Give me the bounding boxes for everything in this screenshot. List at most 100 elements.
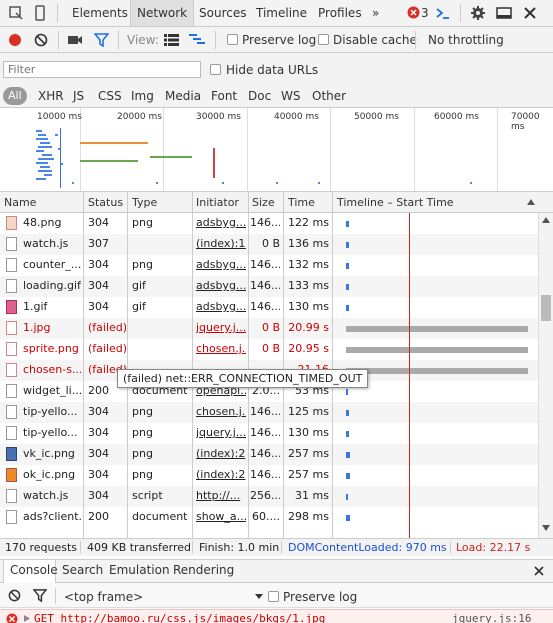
context-select[interactable]: <top frame> [64,590,143,604]
sort-ascending-icon[interactable] [527,198,535,206]
table-row[interactable]: ok_ic.png 304 png (index):2 146... 257 ms [0,465,538,486]
inspect-icon[interactable] [8,5,24,21]
timeline-bar [346,389,348,395]
initiator-cell[interactable]: adsbyg... [196,258,246,271]
clear-icon[interactable] [34,33,48,47]
table-row[interactable]: 48.png 304 png adsbyg... 146... 122 ms [0,213,538,234]
type-filter-doc[interactable]: Doc [248,89,271,103]
status-cell: 304 [88,300,109,313]
table-row[interactable]: watch.js 304 script http://... 256... 31 ms [0,486,538,507]
type-cell: png [132,426,153,439]
overview-waterfall-icon[interactable] [189,34,205,46]
drawer-tab-emulation[interactable]: Emulation [109,563,170,577]
column-header-time[interactable]: Time [288,196,315,209]
file-type-icon [6,426,17,440]
initiator-cell[interactable]: (index):2 [196,468,246,481]
disable-cache-checkbox[interactable] [318,34,329,45]
close-drawer-icon[interactable] [534,566,544,576]
table-row[interactable]: watch.js 307 (index):12 0 B 136 ms [0,234,538,255]
tab-sources[interactable]: Sources [193,0,252,26]
table-scrollbar[interactable] [538,213,553,538]
throttling-select[interactable]: No throttling [428,33,504,47]
network-overview[interactable]: 10000 ms 20000 ms 30000 ms 40000 ms 5000… [0,108,553,192]
type-filter-js[interactable]: JS [73,89,84,103]
error-source-link[interactable]: jquery.js:16 [452,612,531,623]
table-row[interactable]: ads?client... 200 document show_a... 60.... 2… [0,507,538,528]
tab-network[interactable]: Network [130,0,195,26]
table-row[interactable]: 1.jpg (failed) jquery.j... 0 B 20.99 s [0,318,538,339]
type-filter-css[interactable]: CSS [98,89,122,103]
close-devtools-icon[interactable] [522,5,538,21]
initiator-cell[interactable]: http://... [196,489,246,502]
initiator-cell[interactable]: adsbyg... [196,279,246,292]
tab-elements[interactable]: Elements [66,0,134,26]
timeline-bar [346,326,528,332]
drawer-tab-rendering[interactable]: Rendering [173,563,234,577]
drawer-tab-search[interactable]: Search [62,563,103,577]
initiator-cell[interactable]: adsbyg... [196,300,246,313]
error-text: GET http://bamoo.ru/css.js/images/bkgs/1… [34,612,326,623]
initiator-cell[interactable]: jquery.j... [196,321,246,334]
column-header-type[interactable]: Type [132,196,157,209]
column-header-status[interactable]: Status [88,196,123,209]
error-icon[interactable] [407,6,420,19]
tab-profiles[interactable]: Profiles [312,0,368,26]
column-divider [127,192,128,538]
divider [415,31,416,49]
file-type-icon [6,468,17,482]
initiator-cell[interactable]: chosen.j... [196,405,246,418]
table-row[interactable]: loading.gif 304 gif adsbyg... 146... 133 ms [0,276,538,297]
preserve-log-checkbox[interactable] [227,34,238,45]
initiator-cell[interactable]: chosen.j... [196,342,246,355]
table-row[interactable]: vk_ic.png 304 png (index):2 146... 257 ms [0,444,538,465]
settings-gear-icon[interactable] [470,5,486,21]
table-row[interactable]: 1.gif 304 gif adsbyg... 146... 130 ms [0,297,538,318]
type-filter-xhr[interactable]: XHR [38,89,64,103]
console-preserve-log-checkbox[interactable] [268,591,279,602]
more-tabs-button[interactable]: » [366,0,385,26]
column-header-size[interactable]: Size [252,196,275,209]
clear-console-icon[interactable] [8,589,21,602]
initiator-cell[interactable]: (index):2 [196,447,246,460]
transferred-size: 409 KB transferred [87,541,192,554]
expand-arrow-icon[interactable] [24,615,30,622]
scroll-up-icon[interactable] [542,217,550,223]
drawer-tab-console[interactable]: Console [10,563,58,577]
size-cell: 146... [250,216,280,229]
type-filter-media[interactable]: Media [165,89,201,103]
tab-timeline[interactable]: Timeline [250,0,313,26]
initiator-cell[interactable]: jquery.j... [196,426,246,439]
type-filter-font[interactable]: Font [211,89,237,103]
type-filter-all[interactable]: All [3,87,27,105]
capture-screenshots-icon[interactable] [67,33,83,47]
console-error-message[interactable]: GET http://bamoo.ru/css.js/images/bkgs/1… [0,609,553,623]
large-rows-icon[interactable] [164,34,179,46]
type-filter-img[interactable]: Img [131,89,154,103]
column-header-name[interactable]: Name [4,196,36,209]
column-header-timeline[interactable]: Timeline – Start Time [337,196,454,209]
divider [118,31,119,49]
dock-side-icon[interactable] [496,5,512,21]
table-row[interactable]: tip-yello... 304 png jquery.j... 146... 130 m… [0,423,538,444]
type-filter-ws[interactable]: WS [281,89,300,103]
type-filter-other[interactable]: Other [312,89,346,103]
device-mode-icon[interactable] [32,5,48,21]
table-row[interactable]: counter_... 304 png adsbyg... 146... 132 ms [0,255,538,276]
record-button[interactable] [8,33,22,47]
table-row[interactable]: tip-yello... 304 png chosen.j... 146... 125 m… [0,402,538,423]
initiator-cell[interactable]: show_a... [196,510,246,523]
filter-funnel-icon[interactable] [94,33,109,47]
scroll-down-icon[interactable] [542,525,550,531]
console-filter-icon[interactable] [33,589,47,602]
hide-data-urls-checkbox[interactable] [210,64,221,75]
status-cell: 304 [88,216,109,229]
chevron-down-icon[interactable] [255,594,263,599]
initiator-cell[interactable]: (index):12 [196,237,246,250]
column-divider [283,192,284,538]
column-header-initiator[interactable]: Initiator [196,196,239,209]
initiator-cell[interactable]: adsbyg... [196,216,246,229]
scrollbar-thumb[interactable] [541,295,551,321]
console-prompt-icon[interactable] [435,5,451,21]
filter-input[interactable] [3,61,201,78]
table-row[interactable]: sprite.png (failed) chosen.j... 0 B 20.95 s [0,339,538,360]
